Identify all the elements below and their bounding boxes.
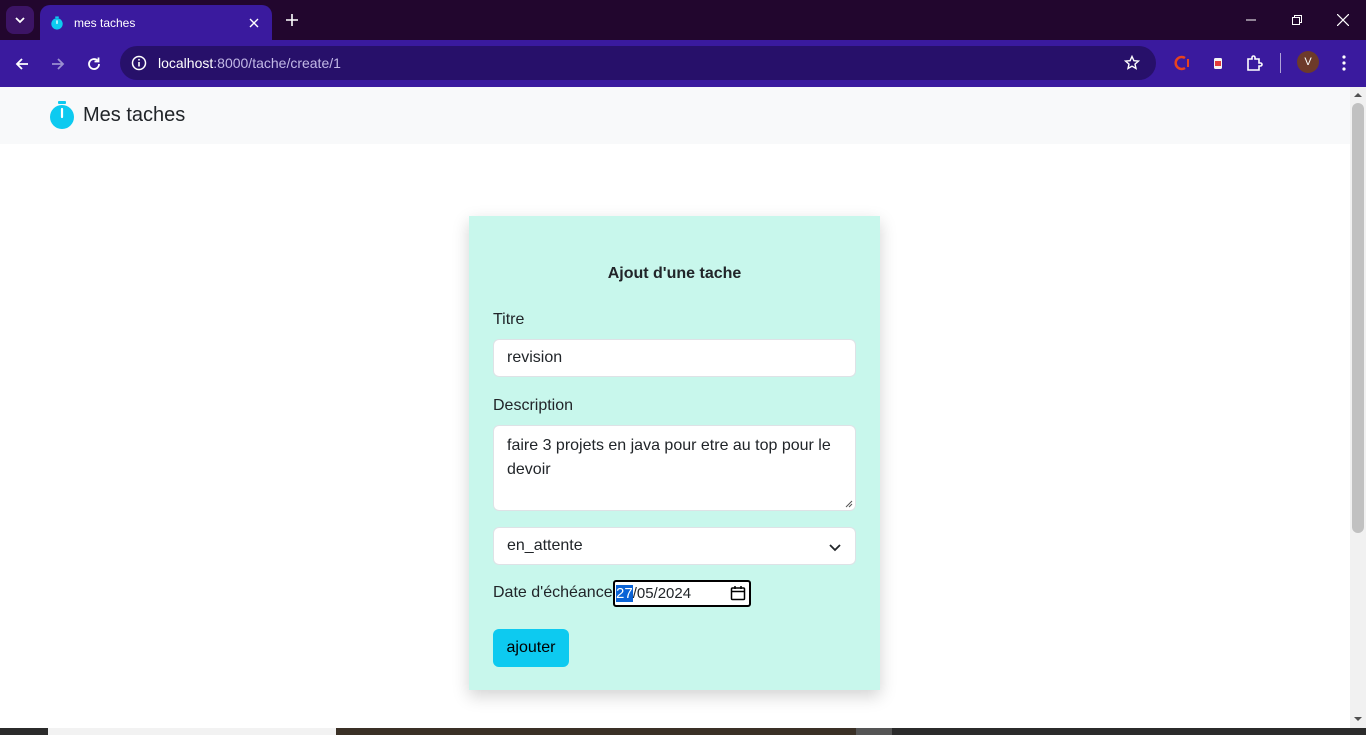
os-taskbar [0, 728, 1366, 735]
navbar-brand[interactable]: Mes taches [49, 100, 185, 130]
minimize-button[interactable] [1228, 0, 1274, 40]
url-host: localhost [158, 55, 214, 71]
stopwatch-icon [50, 101, 74, 129]
address-bar[interactable]: localhost:8000/tache/create/1 [120, 46, 1156, 80]
reload-icon [88, 57, 100, 70]
tab-strip: mes taches [0, 0, 1366, 40]
date-rest: /05/2024 [632, 585, 692, 602]
chevron-down-icon [15, 17, 25, 24]
taskbar-segment [336, 728, 856, 735]
calendar-icon[interactable] [730, 585, 746, 601]
date-day-segment[interactable]: 27 [616, 585, 633, 602]
date-input[interactable]: 27/05/2024 [613, 580, 751, 607]
resize-handle-icon[interactable] [845, 500, 853, 508]
forward-button[interactable] [44, 50, 72, 78]
scroll-up-icon[interactable] [1354, 91, 1362, 99]
plus-icon [286, 14, 298, 26]
arrow-right-icon [52, 58, 65, 70]
brand-text: Mes taches [83, 103, 186, 126]
page-scrollbar[interactable] [1350, 87, 1366, 728]
ajouter-button[interactable]: ajouter [493, 629, 569, 667]
back-button[interactable] [8, 50, 36, 78]
scroll-down-icon[interactable] [1354, 715, 1362, 723]
profile-avatar[interactable]: V [1297, 51, 1319, 73]
status-select[interactable]: en_attente [493, 527, 856, 565]
arrow-left-icon [15, 58, 28, 70]
titre-input[interactable]: revision [493, 339, 856, 377]
description-value: faire 3 projets en java pour etre au top… [507, 437, 831, 478]
extensions-puzzle-icon[interactable] [1242, 51, 1266, 75]
titre-label: Titre [493, 311, 525, 328]
taskbar-segment [48, 728, 336, 735]
tab-search-button[interactable] [6, 6, 34, 34]
extension-cup-icon[interactable] [1206, 51, 1230, 75]
restore-button[interactable] [1274, 0, 1320, 40]
chevron-down-icon [829, 544, 841, 552]
scrollbar-thumb[interactable] [1352, 103, 1364, 533]
status-value: en_attente [507, 537, 583, 554]
tab-title: mes taches [74, 15, 136, 30]
close-window-button[interactable] [1320, 0, 1366, 40]
site-navbar: Mes taches [0, 87, 1350, 144]
description-textarea[interactable]: faire 3 projets en java pour etre au top… [493, 425, 856, 511]
url-path: :8000/tache/create/1 [213, 55, 341, 71]
stopwatch-icon [51, 15, 63, 30]
more-menu-icon[interactable] [1332, 51, 1356, 75]
reload-button[interactable] [80, 50, 108, 78]
close-icon [1337, 14, 1349, 26]
extension-c-icon[interactable] [1170, 51, 1194, 75]
description-label: Description [493, 397, 574, 414]
task-form-card: Ajout d'une tache Titre revision Descrip… [469, 216, 880, 690]
form-title: Ajout d'une tache [607, 265, 742, 282]
date-label: Date d'échéance [493, 584, 613, 601]
close-tab-icon[interactable] [246, 15, 262, 31]
bookmark-star-icon[interactable] [1122, 53, 1142, 73]
new-tab-button[interactable] [280, 8, 304, 32]
titre-value: revision [507, 349, 563, 366]
url-text: localhost:8000/tache/create/1 [158, 55, 341, 71]
browser-toolbar: localhost:8000/tache/create/1 V [0, 40, 1366, 87]
page-viewport: Mes taches Ajout d'une tache Titre revis… [0, 87, 1350, 728]
restore-icon [1292, 15, 1302, 25]
browser-tab-active[interactable]: mes taches [40, 5, 272, 40]
site-info-icon[interactable] [122, 46, 156, 80]
minimize-icon [1246, 19, 1256, 21]
toolbar-divider [1280, 53, 1281, 73]
taskbar-segment [856, 728, 892, 735]
